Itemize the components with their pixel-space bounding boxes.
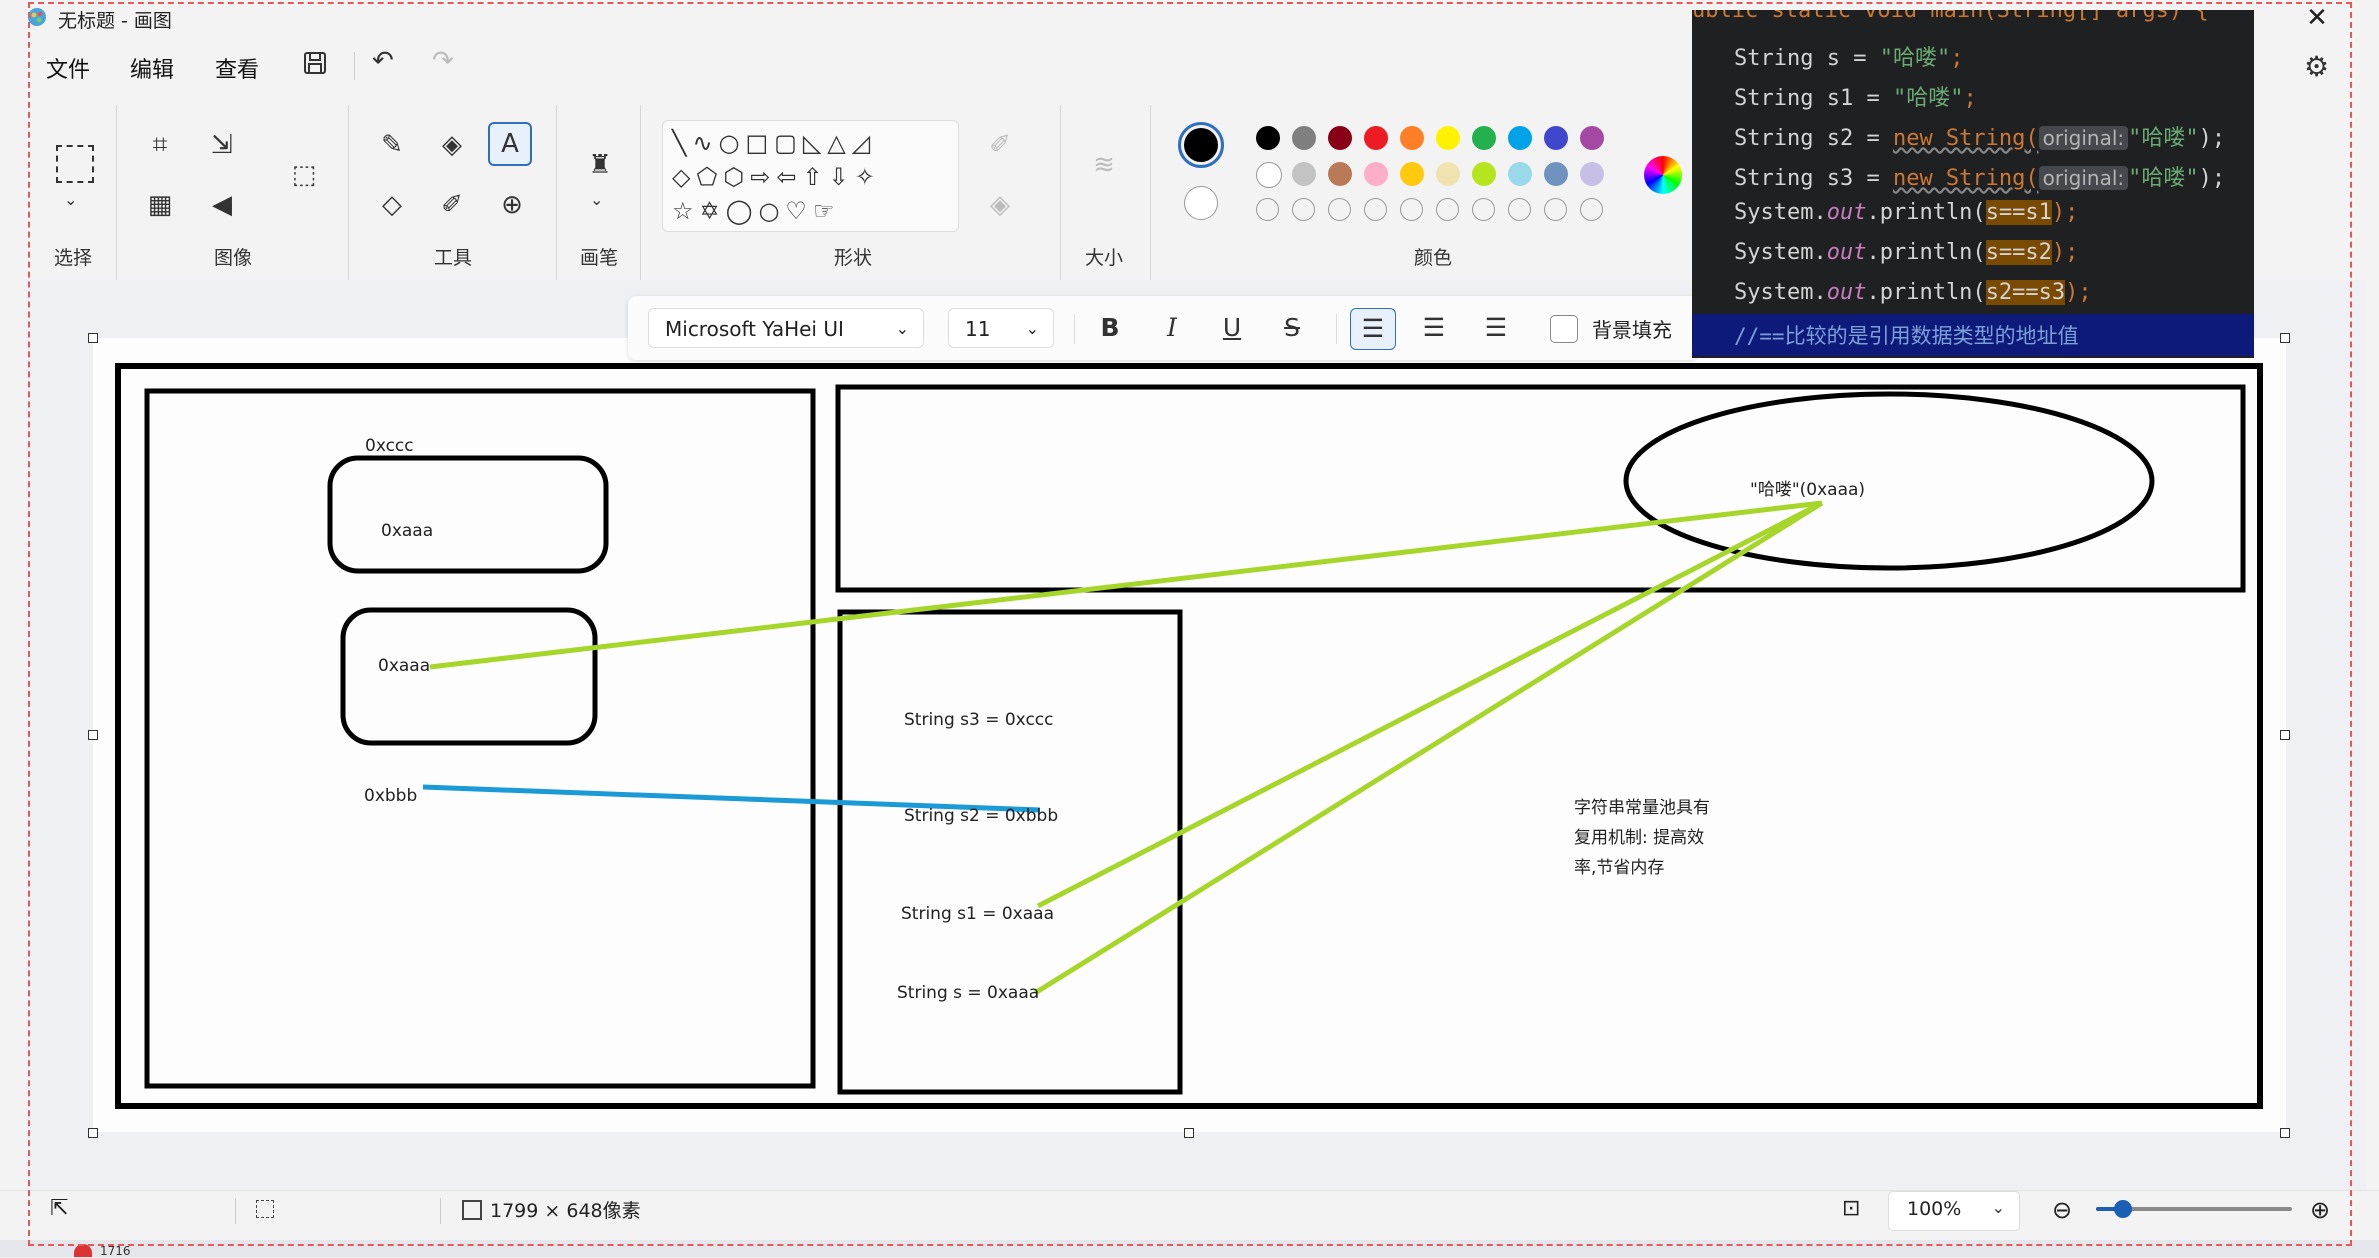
align-center-icon[interactable]: ☰ <box>1412 308 1456 348</box>
chevron-down-icon: ⌄ <box>1025 319 1039 338</box>
code-line-2: String s1 = "哈喽"; <box>1734 86 1977 111</box>
code-line-1: String s = "哈喽"; <box>1734 46 1964 71</box>
code-header: ublic static void main(String[] args) { <box>1692 10 2209 23</box>
code-line-5: System.out.println(s==s1); <box>1734 200 2079 225</box>
status-divider <box>235 1198 236 1224</box>
align-left-icon[interactable]: ☰ <box>1350 308 1396 350</box>
align-right-icon[interactable]: ☰ <box>1474 308 1518 348</box>
font-family-select[interactable]: Microsoft YaHei UI ⌄ <box>648 308 924 348</box>
label-var-s: String s = 0xaaa <box>897 983 1040 1003</box>
resize-handle[interactable] <box>2280 1128 2290 1138</box>
bold-button[interactable]: B <box>1088 308 1132 348</box>
resize-handle[interactable] <box>2280 333 2290 343</box>
heap-object-xaaa <box>340 607 598 746</box>
zoom-slider-thumb[interactable] <box>2114 1200 2132 1218</box>
resize-handle[interactable] <box>88 333 98 343</box>
stack-region <box>837 609 1183 1095</box>
ref-line-s-to-pool <box>1033 500 1824 996</box>
label-addr-xccc: 0xccc <box>365 436 414 456</box>
fit-to-window-icon[interactable]: ⊡ <box>1842 1196 1860 1221</box>
code-comment: //==比较的是引用数据类型的地址值 <box>1734 324 2079 348</box>
background-fill-checkbox[interactable] <box>1550 315 1578 343</box>
outer-frame <box>115 363 2263 1109</box>
code-line-4: String s3 = new String(original: "哈喽"); <box>1734 166 2226 191</box>
note-line-3: 率,节省内存 <box>1574 858 1665 878</box>
resize-handle[interactable] <box>88 1128 98 1138</box>
label-addr-xaaa-1: 0xaaa <box>381 521 434 541</box>
zoom-in-icon[interactable]: ⊕ <box>2310 1196 2330 1224</box>
code-line-3: String s2 = new String(original: "哈喽"); <box>1734 126 2226 151</box>
status-divider <box>440 1198 441 1224</box>
font-family-value: Microsoft YaHei UI <box>665 317 844 341</box>
notification-badge-icon <box>74 1244 92 1257</box>
code-line-6: System.out.println(s==s2); <box>1734 240 2079 265</box>
string-pool-region <box>835 384 2246 593</box>
italic-button[interactable]: I <box>1150 308 1194 348</box>
code-line-7: System.out.println(s2==s3); <box>1734 280 2092 305</box>
background-fill-label: 背景填充 <box>1592 318 1672 342</box>
chevron-down-icon: ⌄ <box>895 319 909 338</box>
cursor-position-icon: ⇱ <box>50 1196 69 1221</box>
font-size-select[interactable]: 11 ⌄ <box>948 308 1054 348</box>
underline-button[interactable]: U <box>1210 308 1254 348</box>
zoom-out-icon[interactable]: ⊖ <box>2052 1196 2072 1224</box>
resize-handle[interactable] <box>1184 1128 1194 1138</box>
toolbar-divider <box>1074 314 1075 344</box>
zoom-value: 100% <box>1907 1198 1962 1220</box>
strikethrough-button[interactable]: S <box>1270 308 1314 348</box>
note-line-1: 字符串常量池具有 <box>1574 798 1710 818</box>
pool-entry-ellipse <box>1623 391 2155 571</box>
selection-size-icon <box>256 1200 274 1218</box>
heap-object-xccc <box>327 455 609 574</box>
ref-line-heap-to-pool <box>429 500 1823 670</box>
heap-region <box>144 388 816 1089</box>
canvas-size-icon <box>462 1200 482 1220</box>
code-overlay: ublic static void main(String[] args) { … <box>1692 10 2254 358</box>
resize-handle[interactable] <box>2280 730 2290 740</box>
label-addr-xaaa-2: 0xaaa <box>378 656 431 676</box>
status-bar <box>0 1190 2379 1241</box>
resize-handle[interactable] <box>88 730 98 740</box>
zoom-select[interactable]: 100% ⌄ <box>1888 1191 2020 1231</box>
label-pool-value: "哈喽"(0xaaa) <box>1750 480 1866 500</box>
toolbar-divider <box>1336 314 1337 344</box>
label-addr-xbbb: 0xbbb <box>364 786 418 806</box>
taskbar <box>0 1240 2379 1257</box>
canvas-size-text: 1799 × 648像素 <box>490 1200 641 1222</box>
label-var-s2: String s2 = 0xbbb <box>904 806 1059 826</box>
label-var-s1: String s1 = 0xaaa <box>901 904 1054 924</box>
ref-line-s1-to-pool <box>1036 500 1824 909</box>
note-line-2: 复用机制: 提高效 <box>1574 828 1705 848</box>
chevron-down-icon: ⌄ <box>1991 1198 2005 1217</box>
font-size-value: 11 <box>965 317 991 341</box>
taskbar-badge-count: 1716 <box>100 1244 131 1258</box>
label-var-s3: String s3 = 0xccc <box>904 710 1054 730</box>
